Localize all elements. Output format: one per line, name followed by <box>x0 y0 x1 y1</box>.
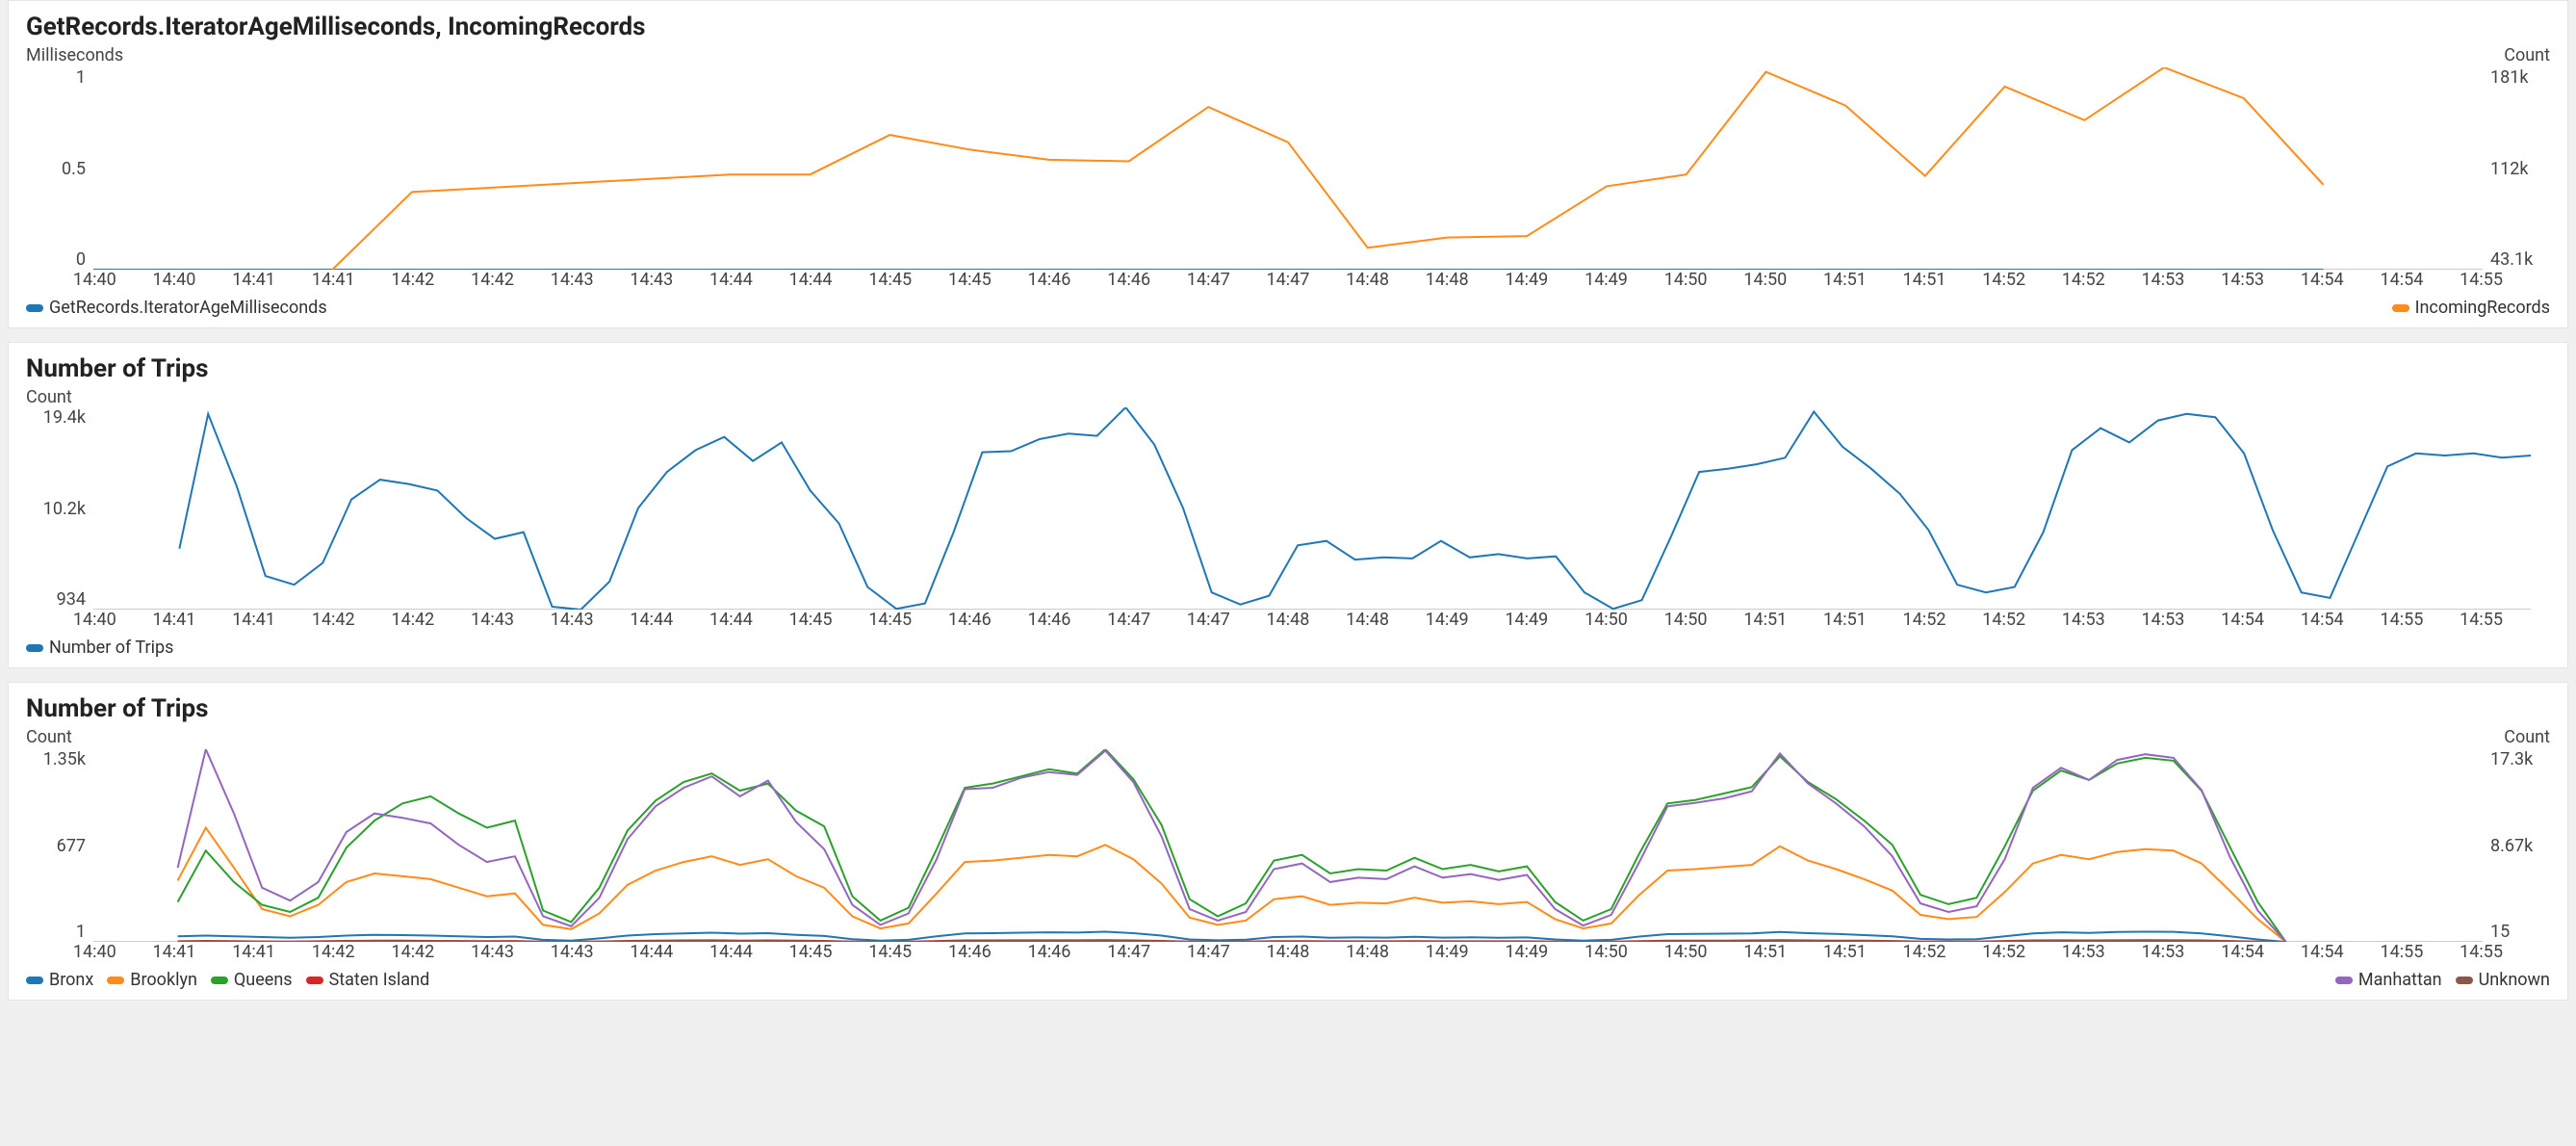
x-ticks: 14:4014:4114:4114:4214:4214:4314:4314:44… <box>55 610 2521 630</box>
right-axis-label: Count <box>2504 45 2550 65</box>
chart-panel-trips: Number of Trips Count 19.4k 10.2k 934 14… <box>8 342 2568 668</box>
x-ticks: 14:4014:4014:4114:4114:4214:4214:4314:43… <box>55 270 2521 290</box>
y-ticks-left: 19.4k 10.2k 934 <box>26 407 93 610</box>
panel-title: Number of Trips <box>26 694 2550 723</box>
panel-title: GetRecords.IteratorAgeMilliseconds, Inco… <box>26 13 2550 41</box>
y-ticks-left: 1 0.5 0 <box>26 67 93 270</box>
legend-item[interactable]: Bronx <box>26 970 93 990</box>
legend-item[interactable]: Unknown <box>2456 970 2550 990</box>
y-ticks-right: 181k 112k 43.1k <box>2483 67 2550 270</box>
legend-item[interactable]: Number of Trips <box>26 638 173 658</box>
left-axis-label: Count <box>26 387 2550 407</box>
y-ticks-right: 17.3k 8.67k 15 <box>2483 749 2550 942</box>
left-axis-label: Count <box>26 727 72 747</box>
plot-area[interactable] <box>93 407 2531 610</box>
legend-item[interactable]: IncomingRecords <box>2392 298 2550 318</box>
legend-row: Bronx Brooklyn Queens Staten Island Manhatt… <box>26 970 2550 990</box>
plot-area[interactable] <box>93 749 2483 942</box>
legend-item[interactable]: Manhattan <box>2335 970 2442 990</box>
legend-row: Number of Trips <box>26 638 2550 658</box>
legend-row: GetRecords.IteratorAgeMilliseconds Incom… <box>26 298 2550 318</box>
x-ticks: 14:4014:4114:4114:4214:4214:4314:4314:44… <box>55 942 2521 962</box>
legend-item[interactable]: Brooklyn <box>107 970 197 990</box>
left-axis-label: Milliseconds <box>26 45 123 65</box>
legend-item[interactable]: Queens <box>211 970 293 990</box>
chart-panel-iterator-incoming: GetRecords.IteratorAgeMilliseconds, Inco… <box>8 0 2568 328</box>
legend-item[interactable]: Staten Island <box>306 970 430 990</box>
plot-area[interactable] <box>93 67 2483 270</box>
chart-panel-trips-boroughs: Number of Trips Count Count 1.35k 677 1 … <box>8 682 2568 1001</box>
panel-title: Number of Trips <box>26 354 2550 383</box>
right-axis-label: Count <box>2504 727 2550 747</box>
legend-item[interactable]: GetRecords.IteratorAgeMilliseconds <box>26 298 327 318</box>
y-ticks-left: 1.35k 677 1 <box>26 749 93 942</box>
